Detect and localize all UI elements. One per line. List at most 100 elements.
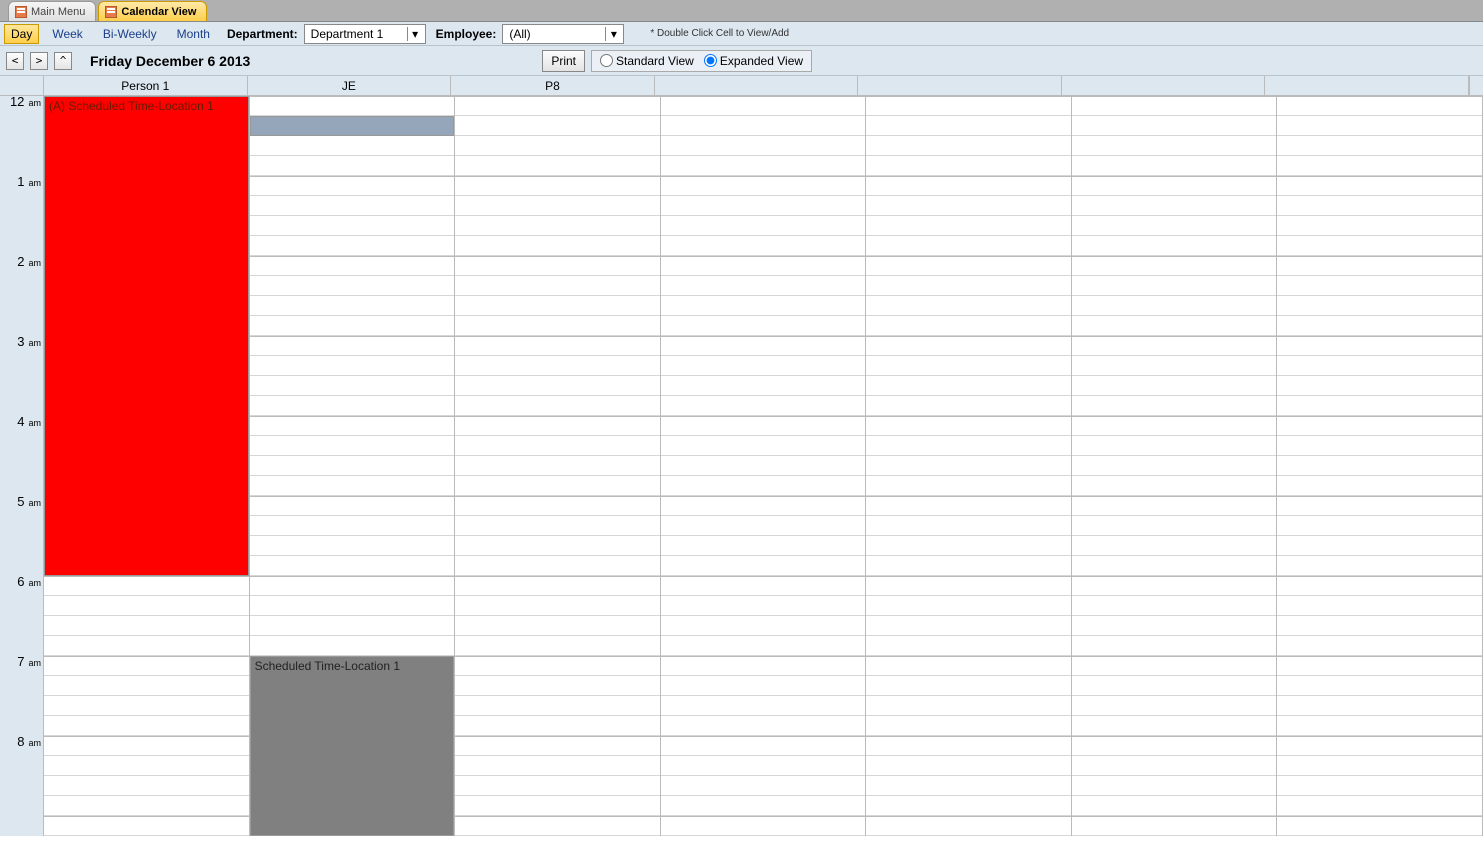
time-slot[interactable] [455,596,660,616]
time-slot[interactable] [250,316,455,336]
time-slot[interactable] [250,456,455,476]
calendar-event[interactable]: Scheduled Time-Location 1 [250,656,455,836]
time-slot[interactable] [1277,716,1482,736]
view-mode-biweekly[interactable]: Bi-Weekly [96,24,164,44]
time-slot[interactable] [455,376,660,396]
view-mode-week[interactable]: Week [45,24,89,44]
time-slot[interactable] [866,696,1071,716]
time-slot[interactable] [1277,536,1482,556]
time-slot[interactable] [1277,396,1482,416]
time-slot[interactable] [455,136,660,156]
time-slot[interactable] [1072,156,1277,176]
time-slot[interactable] [661,676,866,696]
time-slot[interactable] [1072,276,1277,296]
time-slot[interactable] [661,396,866,416]
time-slot[interactable] [661,636,866,656]
time-slot[interactable] [1277,376,1482,396]
time-slot[interactable] [1072,336,1277,356]
time-slot[interactable] [1277,816,1482,836]
time-slot[interactable] [1072,356,1277,376]
time-slot[interactable] [1072,376,1277,396]
time-slot[interactable] [1072,456,1277,476]
time-slot[interactable] [661,596,866,616]
time-slot[interactable] [866,276,1071,296]
time-slot[interactable] [866,216,1071,236]
time-slot[interactable] [455,616,660,636]
time-slot[interactable] [44,696,249,716]
time-slot[interactable] [250,96,455,116]
time-slot[interactable] [1072,536,1277,556]
time-slot[interactable] [1072,96,1277,116]
time-slot[interactable] [455,696,660,716]
time-slot[interactable] [1072,176,1277,196]
time-slot[interactable] [1072,716,1277,736]
time-slot[interactable] [250,296,455,316]
time-slot[interactable] [1072,256,1277,276]
time-slot[interactable] [866,116,1071,136]
time-slot[interactable] [250,256,455,276]
time-slot[interactable] [866,256,1071,276]
tab-calendar-view[interactable]: Calendar View [98,1,207,21]
time-slot[interactable] [1277,456,1482,476]
time-slot[interactable] [866,756,1071,776]
time-slot[interactable] [1277,156,1482,176]
time-slot[interactable] [661,356,866,376]
time-slot[interactable] [661,776,866,796]
time-slot[interactable] [250,136,455,156]
time-slot[interactable] [1072,636,1277,656]
time-slot[interactable] [1277,196,1482,216]
time-slot[interactable] [866,316,1071,336]
time-slot[interactable] [455,156,660,176]
time-slot[interactable] [661,376,866,396]
time-slot[interactable] [1277,736,1482,756]
time-slot[interactable] [1277,636,1482,656]
time-slot[interactable] [44,796,249,816]
time-slot[interactable] [1277,256,1482,276]
time-slot[interactable] [661,656,866,676]
time-slot[interactable] [1072,196,1277,216]
time-slot[interactable] [866,736,1071,756]
time-slot[interactable] [455,236,660,256]
time-slot[interactable] [44,676,249,696]
time-slot[interactable] [661,156,866,176]
time-slot[interactable] [661,516,866,536]
time-slot[interactable] [455,196,660,216]
time-slot[interactable] [1277,776,1482,796]
time-slot[interactable] [455,496,660,516]
time-slot[interactable] [1072,236,1277,256]
time-slot[interactable] [455,336,660,356]
time-slot[interactable] [250,576,455,596]
time-slot[interactable] [866,516,1071,536]
time-slot[interactable] [1277,176,1482,196]
time-slot[interactable] [455,656,660,676]
department-combo[interactable]: Department 1 ▾ [304,24,426,44]
time-slot[interactable] [455,516,660,536]
time-slot[interactable] [1277,276,1482,296]
time-slot[interactable] [661,716,866,736]
time-slot[interactable] [1277,136,1482,156]
time-slot[interactable] [866,616,1071,636]
time-slot[interactable] [661,256,866,276]
time-slot[interactable] [661,796,866,816]
calendar-event[interactable] [250,116,455,136]
time-slot[interactable] [455,636,660,656]
time-slot[interactable] [1277,796,1482,816]
time-slot[interactable] [455,816,660,836]
time-slot[interactable] [44,756,249,776]
time-slot[interactable] [661,736,866,756]
time-slot[interactable] [1277,96,1482,116]
time-slot[interactable] [455,176,660,196]
time-slot[interactable] [1277,236,1482,256]
calendar-event[interactable]: (A) Scheduled Time-Location 1 [44,96,249,576]
radio-standard-view[interactable]: Standard View [600,54,694,68]
time-slot[interactable] [866,596,1071,616]
time-slot[interactable] [1277,616,1482,636]
time-slot[interactable] [866,436,1071,456]
time-slot[interactable] [44,776,249,796]
time-slot[interactable] [1072,436,1277,456]
time-slot[interactable] [866,176,1071,196]
time-slot[interactable] [661,216,866,236]
time-slot[interactable] [455,536,660,556]
time-slot[interactable] [661,296,866,316]
time-slot[interactable] [866,816,1071,836]
